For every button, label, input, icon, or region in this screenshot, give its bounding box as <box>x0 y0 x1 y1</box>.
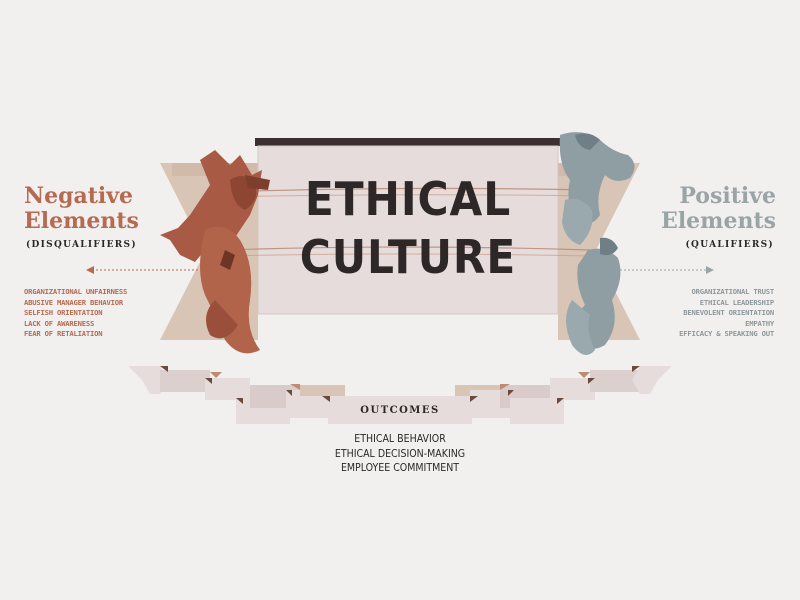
list-item: LACK OF AWARENESS <box>24 318 95 328</box>
list-item: EMPLOYEE COMMITMENT <box>340 462 460 474</box>
negative-subtitle: (DISQUALIFIERS) <box>26 240 137 250</box>
list-item: ORGANIZATIONAL TRUST <box>691 287 774 296</box>
outcomes-label: OUTCOMES <box>360 404 440 416</box>
negative-elements-title: Negative Elements <box>24 184 139 234</box>
list-item: ABUSIVE MANAGER BEHAVIOR <box>24 297 124 307</box>
list-item: ETHICAL DECISION-MAKING <box>334 447 466 460</box>
list-item: FEAR OF RETALIATION <box>24 329 103 338</box>
list-item: SELFISH ORIENTATION <box>24 308 103 317</box>
list-item: ETHICAL LEADERSHIP <box>699 297 774 307</box>
list-item: BENEVOLENT ORIENTATION <box>683 308 774 317</box>
main-title-line1: ETHICAL <box>304 172 512 226</box>
main-title-line2: CULTURE <box>299 230 517 284</box>
positive-subtitle: (QUALIFIERS) <box>685 240 774 250</box>
negative-arrow <box>86 266 205 274</box>
negative-title-line2: Elements <box>24 208 139 234</box>
negative-elements-list: ORGANIZATIONAL UNFAIRNESS ABUSIVE MANAGE… <box>24 287 127 340</box>
positive-title-line1: Positive <box>679 183 776 209</box>
list-item: ORGANIZATIONAL UNFAIRNESS <box>24 287 128 296</box>
list-item: ETHICAL BEHAVIOR <box>354 433 446 445</box>
positive-elements-title: Positive Elements <box>661 184 776 234</box>
outcomes-list: ETHICAL BEHAVIOR ETHICAL DECISION-MAKING… <box>300 432 500 476</box>
list-item: EFFICACY & SPEAKING OUT <box>679 329 774 338</box>
positive-elements-list: ORGANIZATIONAL TRUST ETHICAL LEADERSHIP … <box>679 287 774 340</box>
positive-title-line2: Elements <box>661 208 776 234</box>
negative-title-line1: Negative <box>24 183 134 209</box>
main-title: ETHICAL CULTURE <box>270 142 546 314</box>
list-item: EMPATHY <box>745 318 774 328</box>
